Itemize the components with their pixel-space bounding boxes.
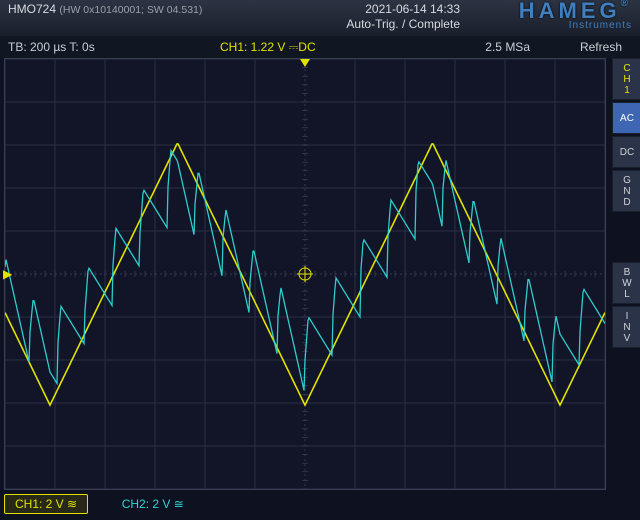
model-text: HMO724 xyxy=(8,2,56,16)
timebase-text: TB: 200 µs T: 0s xyxy=(8,36,95,58)
device-model: HMO724 (HW 0x10140001; SW 04.531) xyxy=(8,2,202,16)
sample-rate-text: 2.5 MSa xyxy=(485,36,530,58)
waveform-display[interactable]: ▶ xyxy=(4,58,606,490)
title-bar: HMO724 (HW 0x10140001; SW 04.531) 2021-0… xyxy=(0,0,640,36)
coupling-gnd-button[interactable]: G N D xyxy=(612,170,640,212)
datetime-text: 2021-06-14 14:33 xyxy=(365,2,460,16)
ch1-trigger-text: CH1: 1.22 V ⎓DC xyxy=(220,36,316,58)
ch2-badge[interactable]: CH2: 2 V ≅ xyxy=(112,495,194,513)
invert-button[interactable]: I N V xyxy=(612,306,640,348)
ch1-badge[interactable]: CH1: 2 V ≋ xyxy=(4,494,88,514)
brand-subtitle: Instruments xyxy=(569,20,632,31)
channel-badges: CH1: 2 V ≋ CH2: 2 V ≅ xyxy=(4,494,214,516)
coupling-ac-button[interactable]: AC xyxy=(612,102,640,134)
info-bar: TB: 200 µs T: 0s CH1: 1.22 V ⎓DC 2.5 MSa… xyxy=(0,36,640,58)
coupling-dc-button[interactable]: DC xyxy=(612,136,640,168)
bandwidth-limit-button[interactable]: B W L xyxy=(612,262,640,304)
firmware-text: (HW 0x10140001; SW 04.531) xyxy=(59,4,202,16)
waveform-svg xyxy=(5,59,605,489)
channel-select-button[interactable]: C H 1 xyxy=(612,58,640,100)
refresh-mode-text: Refresh xyxy=(580,36,622,58)
side-softkeys: C H 1 AC DC G N D B W L I N V xyxy=(612,58,640,350)
trigger-level-marker-icon: ▶ xyxy=(3,267,12,281)
trigger-status-text: Auto-Trig. / Complete xyxy=(346,17,460,31)
